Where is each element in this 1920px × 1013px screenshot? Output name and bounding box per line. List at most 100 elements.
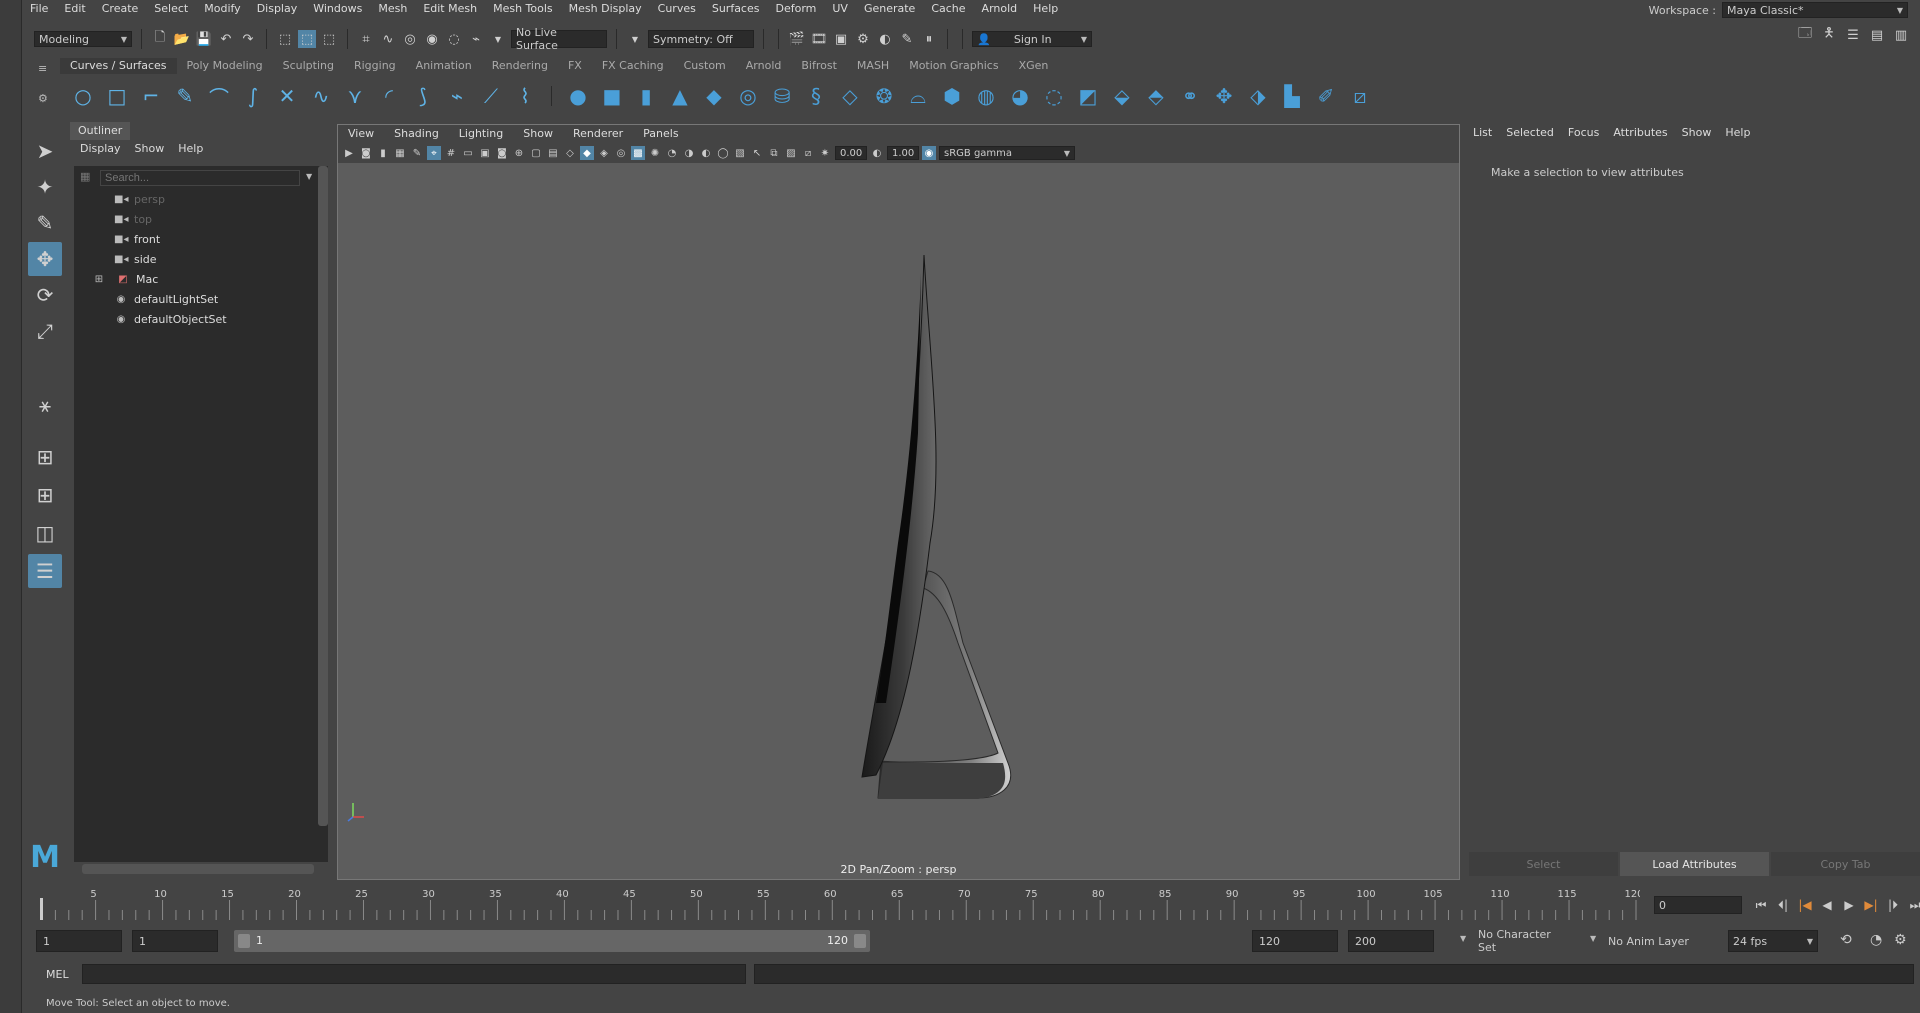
open-scene-icon[interactable]: 📂 — [173, 30, 191, 48]
select-hierarchy-icon[interactable]: ⬚ — [276, 30, 294, 48]
shelf-tab-rigging[interactable]: Rigging — [344, 58, 406, 74]
menu-arnold[interactable]: Arnold — [974, 2, 1026, 15]
extrude-icon[interactable]: ❂ — [871, 83, 897, 109]
outliner-item-defaultlightset[interactable]: ◉ defaultLightSet — [114, 290, 219, 308]
loft-icon[interactable]: § — [803, 83, 829, 109]
select-tool-icon[interactable]: ➤ — [28, 134, 62, 168]
attach-curves-icon[interactable]: ∿ — [308, 83, 334, 109]
shelf-tab-animation[interactable]: Animation — [406, 58, 482, 74]
revolve-icon[interactable]: ⛁ — [769, 83, 795, 109]
range-end-handle[interactable] — [854, 934, 866, 948]
use-all-lights-icon[interactable]: ◎ — [614, 146, 628, 160]
attr-menu-attributes[interactable]: Attributes — [1613, 126, 1667, 139]
play-forwards-icon[interactable]: ▶ — [1840, 896, 1858, 914]
go-to-start-icon[interactable]: ⏮ — [1752, 896, 1770, 914]
outliner-menu-help[interactable]: Help — [178, 142, 203, 155]
nurbs-cylinder-icon[interactable]: ▮ — [633, 83, 659, 109]
menu-mesh[interactable]: Mesh — [370, 2, 415, 15]
exposure-field[interactable]: 0.00 — [835, 146, 867, 160]
go-to-end-icon[interactable]: ⏭ — [1906, 896, 1920, 914]
mode-dropdown[interactable]: Modeling ▼ — [34, 31, 132, 47]
shelf-tab-curves-surfaces[interactable]: Curves / Surfaces — [60, 58, 177, 74]
ep-curve-icon[interactable]: ⌒ — [206, 83, 232, 110]
boundary-icon[interactable]: ◍ — [973, 83, 999, 109]
paint-select-tool-icon[interactable]: ✎ — [28, 206, 62, 240]
nurbs-cube-icon[interactable]: ■ — [599, 83, 625, 109]
color-space-dropdown[interactable]: sRGB gamma ▼ — [939, 146, 1075, 160]
chevron-down-icon[interactable]: ▼ — [489, 30, 507, 48]
outliner-item-mac[interactable]: ⊞ ◩ Mac — [92, 270, 158, 288]
film-gate-icon[interactable]: ▭ — [461, 146, 475, 160]
shelf-tab-poly-modeling[interactable]: Poly Modeling — [177, 58, 273, 74]
shelf-tab-mash[interactable]: MASH — [847, 58, 899, 74]
step-forward-key-icon[interactable]: ▶| — [1862, 896, 1880, 914]
convert-nurbs-icon[interactable]: ⧄ — [1347, 83, 1373, 109]
2d-pan-zoom-icon[interactable]: ⌖ — [427, 146, 441, 160]
chevron-down-icon[interactable]: ▼ — [626, 30, 644, 48]
untrim-icon[interactable]: ⬙ — [1109, 83, 1135, 109]
step-back-key-icon[interactable]: |◀ — [1796, 896, 1814, 914]
save-scene-icon[interactable]: 💾 — [195, 30, 213, 48]
birail-icon[interactable]: ⌓ — [905, 83, 931, 109]
motion-blur-icon[interactable]: ◔ — [665, 146, 679, 160]
render-view-icon[interactable]: 🎬 — [788, 30, 806, 48]
select-object-icon[interactable]: ⬚ — [298, 30, 316, 48]
last-tool-icon[interactable]: ⚹ — [28, 388, 62, 422]
attr-menu-help[interactable]: Help — [1725, 126, 1750, 139]
channel-box-icon[interactable]: ▥ — [1892, 26, 1910, 44]
four-view-layout-icon[interactable]: ⊞ — [28, 478, 62, 512]
grease-pencil-icon[interactable]: ✎ — [410, 146, 424, 160]
playback-start-field[interactable]: 1 — [132, 930, 218, 952]
smooth-shade-icon[interactable]: ◆ — [580, 146, 594, 160]
render-frame-icon[interactable]: 🎞 — [810, 30, 828, 48]
curve-intersect-icon[interactable]: ✕ — [274, 83, 300, 109]
shelf-tab-fx-caching[interactable]: FX Caching — [592, 58, 674, 74]
resolution-gate-icon[interactable]: ▣ — [478, 146, 492, 160]
shadows-icon[interactable]: ▩ — [631, 146, 645, 160]
move-tool-icon[interactable]: ✥ — [28, 242, 62, 276]
sign-in-button[interactable]: 👤 Sign In ▼ — [972, 31, 1092, 47]
outliner-item-top[interactable]: ■◂ top — [114, 210, 152, 228]
depth-of-field-icon[interactable]: ◐ — [699, 146, 713, 160]
planar-icon[interactable]: ◇ — [837, 83, 863, 109]
field-chart-icon[interactable]: ⊕ — [512, 146, 526, 160]
shelf-tab-motion-graphics[interactable]: Motion Graphics — [899, 58, 1008, 74]
snap-live-icon[interactable]: ⌁ — [467, 30, 485, 48]
camera-attributes-icon[interactable]: ◙ — [359, 146, 373, 160]
undo-icon[interactable]: ↶ — [217, 30, 235, 48]
live-surface-field[interactable]: No Live Surface — [511, 26, 607, 52]
hypershade-icon[interactable]: ◐ — [876, 30, 894, 48]
gamma-field[interactable]: 1.00 — [887, 146, 919, 160]
snap-surface-icon[interactable]: ◌ — [445, 30, 463, 48]
detach-curves-icon[interactable]: ⋎ — [342, 83, 368, 109]
range-slider[interactable]: 1 120 — [234, 930, 870, 952]
two-view-layout-icon[interactable]: ◫ — [28, 516, 62, 550]
rotate-tool-icon[interactable]: ⟳ — [28, 278, 62, 312]
backface-culling-icon[interactable]: ⧄ — [801, 146, 815, 160]
menu-file[interactable]: File — [22, 2, 56, 15]
animation-prefs-icon[interactable]: ⚙ — [1894, 932, 1907, 948]
shelf-menu-icon[interactable]: ≡ — [38, 62, 47, 75]
insert-knot-icon[interactable]: ⌇ — [512, 83, 538, 109]
shelf-tab-xgen[interactable]: XGen — [1009, 58, 1059, 74]
outliner-layout-icon[interactable]: ☰ — [28, 554, 62, 588]
modeling-toolkit-icon[interactable]: 🗔 — [1796, 26, 1814, 44]
paint-effects-icon[interactable]: ✐ — [1313, 83, 1339, 109]
nurbs-torus-icon[interactable]: ◎ — [735, 83, 761, 109]
snap-grid-icon[interactable]: ⌗ — [357, 30, 375, 48]
shelf-tab-custom[interactable]: Custom — [674, 58, 736, 74]
lasso-tool-icon[interactable]: ✦ — [28, 170, 62, 204]
surface-fillet-icon[interactable]: ⬘ — [1143, 83, 1169, 109]
grid-icon[interactable]: # — [444, 146, 458, 160]
menu-windows[interactable]: Windows — [305, 2, 370, 15]
redo-icon[interactable]: ↷ — [239, 30, 257, 48]
outliner-item-side[interactable]: ■◂ side — [114, 250, 157, 268]
single-perspective-layout-icon[interactable]: ⊞ — [28, 440, 62, 474]
image-plane-icon[interactable]: ▦ — [393, 146, 407, 160]
fps-dropdown[interactable]: 24 fps ▼ — [1728, 930, 1818, 952]
shelf-settings-icon[interactable]: ⚙ — [38, 92, 48, 105]
command-language-toggle[interactable]: MEL — [46, 968, 69, 981]
pause-icon[interactable]: ⏸ — [920, 30, 938, 48]
shelf-tab-arnold[interactable]: Arnold — [736, 58, 792, 74]
select-button[interactable]: Select — [1469, 852, 1618, 876]
